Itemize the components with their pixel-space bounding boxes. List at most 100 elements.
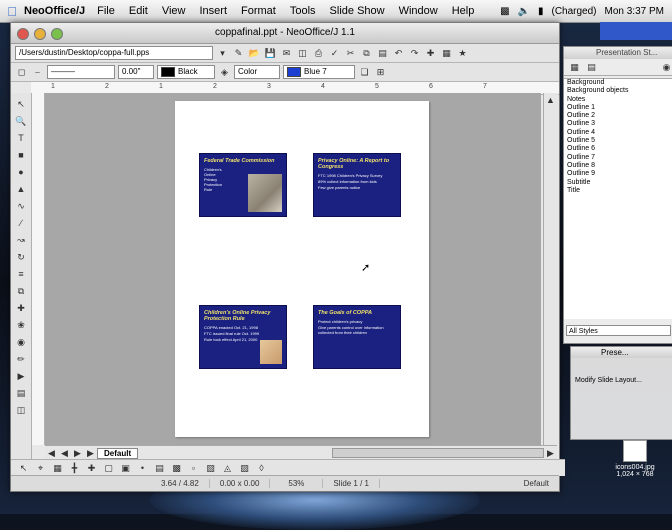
- undo-icon[interactable]: ↶: [392, 47, 405, 60]
- effects-icon[interactable]: ❀: [14, 318, 28, 332]
- alignment-icon[interactable]: ≡: [14, 267, 28, 281]
- volume-icon[interactable]: 🔈: [518, 6, 530, 17]
- shadow-icon[interactable]: ❏: [358, 66, 371, 79]
- stylist-title[interactable]: Presentation St...: [564, 47, 672, 59]
- style-item[interactable]: Background objects: [567, 87, 672, 95]
- style-item[interactable]: Outline 4: [567, 129, 672, 137]
- close-button[interactable]: [17, 28, 29, 40]
- apple-menu-icon[interactable]: : [0, 4, 24, 19]
- fill-format-icon[interactable]: ◉: [660, 61, 672, 74]
- app-menu[interactable]: NeoOffice/J: [24, 5, 85, 17]
- area-icon[interactable]: ◈: [218, 66, 231, 79]
- style-item[interactable]: Outline 9: [567, 170, 672, 178]
- style-item[interactable]: Outline 5: [567, 137, 672, 145]
- presentation-item[interactable]: [571, 390, 672, 406]
- menu-format[interactable]: Format: [241, 5, 276, 17]
- line-style-select[interactable]: ———: [47, 65, 115, 79]
- open-icon[interactable]: 📂: [248, 47, 261, 60]
- menu-insert[interactable]: Insert: [200, 5, 228, 17]
- outline-view-icon[interactable]: ▤: [153, 462, 166, 475]
- snap-guides-icon[interactable]: ✚: [85, 462, 98, 475]
- text-icon[interactable]: T: [14, 131, 28, 145]
- line-color-select[interactable]: Black: [157, 65, 215, 79]
- interaction-icon[interactable]: ▶: [14, 369, 28, 383]
- line-icon[interactable]: ∕: [14, 216, 28, 230]
- presentation-styles-icon[interactable]: ▤: [585, 61, 598, 74]
- handout-page[interactable]: Federal Trade Commission Children's Onli…: [175, 101, 429, 437]
- first-tab-icon[interactable]: ◀: [45, 447, 58, 460]
- guides-icon[interactable]: ╋: [68, 462, 81, 475]
- curve-icon[interactable]: ∿: [14, 199, 28, 213]
- presentation-panel-title[interactable]: Prese...: [571, 347, 672, 358]
- scroll-up-icon[interactable]: ▲: [544, 93, 557, 106]
- save-icon[interactable]: 💾: [264, 47, 277, 60]
- style-item[interactable]: Title: [567, 187, 672, 195]
- handles-icon[interactable]: ▩: [170, 462, 183, 475]
- horizontal-scrollbar[interactable]: [332, 448, 544, 458]
- gallery-icon[interactable]: ▦: [440, 47, 453, 60]
- slide-thumbnail[interactable]: Children's Online Privacy Protection Rul…: [199, 305, 287, 369]
- slide-thumbnail[interactable]: Privacy Online: A Report to Congress FTC…: [313, 153, 401, 217]
- mail-icon[interactable]: ✉: [280, 47, 293, 60]
- print-icon[interactable]: ⎙: [312, 47, 325, 60]
- edit-file-icon[interactable]: ✎: [232, 47, 245, 60]
- zoom-readout[interactable]: 53%: [270, 479, 324, 488]
- crop-icon[interactable]: ⊞: [374, 66, 387, 79]
- presentation-item[interactable]: [571, 358, 672, 374]
- slide-canvas[interactable]: Federal Trade Commission Children's Onli…: [45, 93, 541, 445]
- eyedropper-icon[interactable]: ✏: [14, 352, 28, 366]
- line-ends-icon[interactable]: ◻: [15, 66, 28, 79]
- menu-view[interactable]: View: [162, 5, 186, 17]
- mode-icon[interactable]: ▧: [204, 462, 217, 475]
- graphics-styles-icon[interactable]: ▦: [568, 61, 581, 74]
- slide-thumbnail[interactable]: The Goals of COPPA Protect children's pr…: [313, 305, 401, 369]
- style-item[interactable]: Outline 3: [567, 120, 672, 128]
- zoom-icon[interactable]: 🔍: [14, 114, 28, 128]
- 3d-effects-icon[interactable]: ◉: [14, 335, 28, 349]
- spellcheck-icon[interactable]: ✓: [328, 47, 341, 60]
- quick-edit-icon[interactable]: ◊: [255, 462, 268, 475]
- style-item[interactable]: Outline 8: [567, 162, 672, 170]
- vertical-scrollbar[interactable]: ▲: [543, 93, 558, 445]
- style-filter-select[interactable]: All Styles: [566, 325, 671, 336]
- scroll-right-icon[interactable]: ▶: [544, 447, 557, 460]
- connector-icon[interactable]: ↝: [14, 233, 28, 247]
- 3d-object-icon[interactable]: ▲: [14, 182, 28, 196]
- line-style-icon[interactable]: ⎯: [31, 66, 44, 79]
- area-style-select[interactable]: Color: [234, 65, 280, 79]
- next-tab-icon[interactable]: ▶: [71, 447, 84, 460]
- style-item[interactable]: Outline 2: [567, 112, 672, 120]
- glue-icon[interactable]: ◬: [221, 462, 234, 475]
- area-color-select[interactable]: Blue 7: [283, 65, 355, 79]
- menu-window[interactable]: Window: [399, 5, 438, 17]
- slide-thumbnail[interactable]: Federal Trade Commission Children's Onli…: [199, 153, 287, 217]
- prev-tab-icon[interactable]: ◀: [58, 447, 71, 460]
- display-icon[interactable]: ▩: [500, 6, 509, 17]
- snap-border-icon[interactable]: ▣: [119, 462, 132, 475]
- battery-status[interactable]: (Charged): [551, 6, 596, 17]
- tab-default[interactable]: Default: [97, 447, 139, 459]
- desktop-file-icon[interactable]: icons004.jpg 1,024 × 768: [612, 440, 658, 478]
- ellipse-icon[interactable]: ●: [14, 165, 28, 179]
- line-width-field[interactable]: 0.00": [118, 65, 154, 79]
- arrange-icon[interactable]: ⧉: [14, 284, 28, 298]
- clock[interactable]: Mon 3:37 PM: [605, 6, 664, 17]
- style-item[interactable]: Notes: [567, 96, 672, 104]
- rotate-icon[interactable]: ↻: [14, 250, 28, 264]
- grid-icon[interactable]: ▦: [51, 462, 64, 475]
- menu-tools[interactable]: Tools: [290, 5, 316, 17]
- presentation-icon[interactable]: ◫: [14, 403, 28, 417]
- rectangle-icon[interactable]: ■: [14, 148, 28, 162]
- select-arrow-icon[interactable]: ↖: [14, 97, 28, 111]
- menu-slide-show[interactable]: Slide Show: [330, 5, 385, 17]
- redo-icon[interactable]: ↷: [408, 47, 421, 60]
- snap-frame-icon[interactable]: ▢: [102, 462, 115, 475]
- dropdown-arrow-icon[interactable]: ▾: [216, 47, 229, 60]
- style-item[interactable]: Outline 1: [567, 104, 672, 112]
- exit-group-icon[interactable]: ▫: [187, 462, 200, 475]
- presentation-item[interactable]: [571, 406, 672, 422]
- battery-icon[interactable]: ▮: [538, 6, 544, 17]
- navigator-icon[interactable]: ✚: [424, 47, 437, 60]
- insert-icon[interactable]: ✚: [14, 301, 28, 315]
- last-tab-icon[interactable]: ▶: [84, 447, 97, 460]
